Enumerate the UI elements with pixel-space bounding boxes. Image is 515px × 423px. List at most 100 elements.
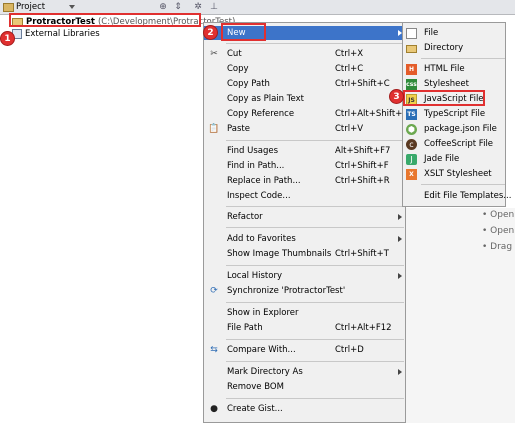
- menu-item-shortcut: Ctrl+Alt+F12: [335, 323, 392, 333]
- editor-hint: Open: [482, 223, 514, 239]
- submenu-arrow-icon: [398, 214, 402, 220]
- editor-hint: Drag: [482, 239, 514, 255]
- submenu-item-label: Jade File: [424, 154, 460, 164]
- submenu-item-label: TypeScript File: [424, 109, 486, 119]
- submenu-item-directory[interactable]: Directory: [403, 41, 505, 56]
- menu-item-label: Mark Directory As: [227, 367, 303, 377]
- menu-item-shortcut: Ctrl+X: [335, 49, 364, 59]
- ts-file-icon: TS: [406, 109, 417, 120]
- github-icon: ●: [210, 404, 218, 414]
- collapse-icon[interactable]: ⇕: [173, 2, 183, 12]
- menu-separator: [226, 339, 404, 340]
- menu-item-label: Copy: [227, 64, 249, 74]
- submenu-item-file[interactable]: File: [403, 26, 505, 41]
- menu-item-label: Inspect Code...: [227, 191, 291, 201]
- menu-item-label: File Path: [227, 323, 263, 333]
- menu-item-label: Cut: [227, 49, 242, 59]
- submenu-item-typescript-file[interactable]: TS TypeScript File: [403, 107, 505, 122]
- hide-icon[interactable]: ⊥: [209, 2, 219, 12]
- menu-item-label: Copy Path: [227, 79, 270, 89]
- editor-hint-list: Open Open Drag: [482, 207, 514, 255]
- submenu-item-label: File: [424, 28, 439, 38]
- menu-item-file-path[interactable]: File Path Ctrl+Alt+F12: [204, 321, 404, 335]
- menu-separator: [226, 227, 404, 228]
- submenu-item-label: XSLT Stylesheet: [424, 169, 492, 179]
- menu-item-shortcut: Ctrl+Shift+C: [335, 79, 390, 89]
- menu-item-synchronize[interactable]: ⟳ Synchronize 'ProtractorTest': [204, 284, 404, 298]
- menu-item-label: Compare With...: [227, 345, 296, 355]
- submenu-item-edit-file-templates[interactable]: Edit File Templates...: [403, 189, 511, 204]
- menu-item-create-gist[interactable]: ● Create Gist...: [204, 402, 404, 416]
- menu-item-shortcut: Ctrl+Shift+R: [335, 176, 390, 186]
- submenu-item-xslt-stylesheet[interactable]: X XSLT Stylesheet: [403, 167, 505, 182]
- sync-icon[interactable]: ⊕: [158, 2, 168, 12]
- highlight-new: [221, 23, 266, 41]
- html-file-icon: H: [406, 64, 417, 75]
- menu-item-shortcut: Ctrl+Shift+F: [335, 161, 389, 171]
- settings-icon[interactable]: ✲: [193, 2, 203, 12]
- menu-item-label: Refactor: [227, 212, 263, 222]
- menu-item-copy[interactable]: Copy Ctrl+C: [204, 62, 404, 76]
- menu-item-refactor[interactable]: Refactor: [204, 210, 404, 224]
- submenu-item-package-json[interactable]: ⬢ package.json File: [403, 122, 505, 137]
- callout-badge-2: 2: [203, 25, 218, 40]
- menu-item-label: Synchronize 'ProtractorTest': [227, 286, 346, 296]
- menu-item-local-history[interactable]: Local History: [204, 269, 404, 283]
- menu-separator: [226, 206, 404, 207]
- menu-separator: [421, 58, 505, 59]
- menu-item-copy-reference[interactable]: Copy Reference Ctrl+Alt+Shift+C: [204, 107, 408, 121]
- menu-item-show-image-thumbnails[interactable]: Show Image Thumbnails Ctrl+Shift+T: [204, 247, 404, 261]
- package-json-icon: ⬢: [406, 124, 417, 135]
- menu-item-find-usages[interactable]: Find Usages Alt+Shift+F7: [204, 144, 404, 158]
- scissors-icon: ✂: [210, 49, 218, 59]
- menu-item-label: Copy Reference: [227, 109, 295, 119]
- menu-item-compare-with[interactable]: ⇆ Compare With... Ctrl+D: [204, 343, 404, 357]
- submenu-item-label: Directory: [424, 43, 464, 53]
- menu-item-label: Find in Path...: [227, 161, 285, 171]
- menu-item-paste[interactable]: 📋 Paste Ctrl+V: [204, 122, 404, 136]
- submenu-item-label: package.json File: [424, 124, 497, 134]
- highlight-javascript-file: [403, 90, 485, 106]
- highlight-project-root: [9, 13, 201, 27]
- menu-item-label: Show in Explorer: [227, 308, 299, 318]
- menu-item-shortcut: Ctrl+Alt+Shift+C: [335, 109, 409, 119]
- clipboard-icon: 📋: [208, 124, 220, 134]
- tree-item-external-libraries[interactable]: External Libraries: [12, 28, 100, 40]
- menu-item-mark-directory-as[interactable]: Mark Directory As: [204, 365, 404, 379]
- menu-item-shortcut: Ctrl+V: [335, 124, 364, 134]
- editor-hint: Open: [482, 207, 514, 223]
- menu-item-cut[interactable]: ✂ Cut Ctrl+X: [204, 47, 404, 61]
- menu-item-label: Create Gist...: [227, 404, 283, 414]
- submenu-item-label: Edit File Templates...: [424, 191, 512, 201]
- menu-item-label: Replace in Path...: [227, 176, 301, 186]
- submenu-item-jade-file[interactable]: J Jade File: [403, 152, 505, 167]
- menu-item-add-to-favorites[interactable]: Add to Favorites: [204, 232, 404, 246]
- menu-item-copy-plain-text[interactable]: Copy as Plain Text: [204, 92, 404, 106]
- menu-item-find-in-path[interactable]: Find in Path... Ctrl+Shift+F: [204, 159, 404, 173]
- submenu-item-coffeescript-file[interactable]: c CoffeeScript File: [403, 137, 505, 152]
- submenu-arrow-icon: [398, 236, 402, 242]
- submenu-arrow-icon: [398, 369, 402, 375]
- context-menu: New ✂ Cut Ctrl+X Copy Ctrl+C Copy Path C…: [203, 22, 408, 423]
- menu-separator: [226, 302, 404, 303]
- menu-item-shortcut: Alt+Shift+F7: [335, 146, 391, 156]
- menu-separator: [421, 184, 505, 185]
- callout-badge-1: 1: [0, 31, 15, 46]
- menu-item-inspect-code[interactable]: Inspect Code...: [204, 189, 404, 203]
- menu-item-shortcut: Ctrl+D: [335, 345, 364, 355]
- menu-item-replace-in-path[interactable]: Replace in Path... Ctrl+Shift+R: [204, 174, 404, 188]
- submenu-item-html-file[interactable]: H HTML File: [403, 62, 505, 77]
- project-view-selector[interactable]: Project: [3, 1, 76, 13]
- chevron-down-icon[interactable]: [69, 5, 76, 9]
- menu-item-show-in-explorer[interactable]: Show in Explorer: [204, 306, 404, 320]
- menu-item-remove-bom[interactable]: Remove BOM: [204, 380, 404, 394]
- submenu-arrow-icon: [398, 273, 402, 279]
- menu-item-label: Show Image Thumbnails: [227, 249, 332, 259]
- file-icon: [406, 28, 417, 39]
- submenu-item-label: HTML File: [424, 64, 465, 74]
- jade-icon: J: [406, 154, 417, 165]
- menu-item-label: Remove BOM: [227, 382, 284, 392]
- css-file-icon: css: [406, 79, 417, 90]
- menu-separator: [226, 43, 404, 44]
- menu-item-copy-path[interactable]: Copy Path Ctrl+Shift+C: [204, 77, 404, 91]
